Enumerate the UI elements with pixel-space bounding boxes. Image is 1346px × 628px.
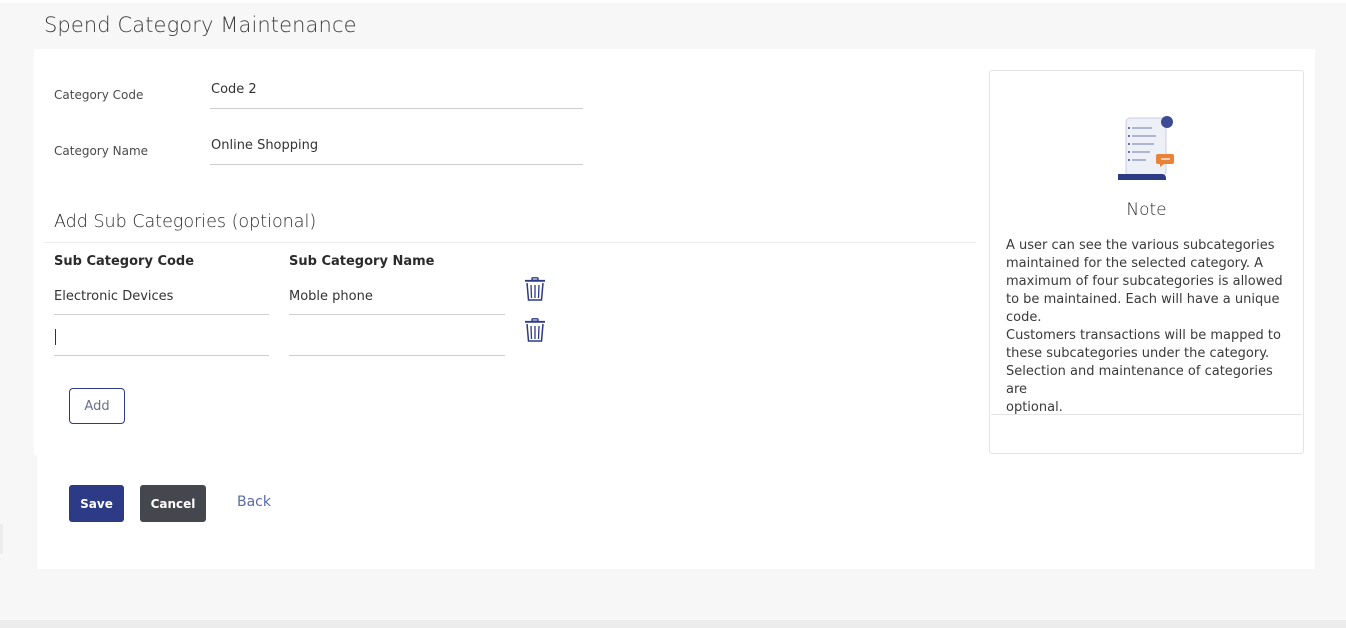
note-title: Note	[1126, 200, 1167, 220]
page-title: Spend Category Maintenance	[44, 13, 357, 37]
bottom-band	[0, 620, 1346, 628]
top-edge	[0, 0, 1346, 3]
note-line: optional.	[1006, 400, 1063, 415]
note-line: Selection and maintenance of categories …	[1006, 364, 1273, 397]
note-line: these subcategories under the category.	[1006, 346, 1270, 361]
category-code-field[interactable]: Code 2	[210, 82, 583, 109]
note-line: to be maintained. Each will have a uniqu…	[1006, 292, 1280, 307]
sub-category-name-input[interactable]: Moble phone	[289, 289, 505, 315]
category-name-value: Online Shopping	[211, 138, 319, 153]
note-line: Customers transactions will be mapped to	[1006, 328, 1281, 343]
category-code-label: Category Code	[54, 88, 144, 102]
sub-category-code-value: Electronic Devices	[54, 289, 174, 304]
sub-category-name-header: Sub Category Name	[289, 254, 435, 269]
sub-category-name-value: Moble phone	[289, 289, 373, 304]
note-line: maximum of four subcategories is allowed	[1006, 274, 1283, 289]
section-divider	[44, 242, 976, 243]
sub-category-code-header: Sub Category Code	[54, 254, 195, 269]
note-line: maintained for the selected category. A	[1006, 256, 1264, 271]
subcategories-section-title: Add Sub Categories (optional)	[54, 212, 317, 232]
note-line: A user can see the various subcategories	[1006, 238, 1275, 253]
note-body: A user can see the various subcategories…	[1006, 237, 1294, 417]
note-line: code.	[1006, 310, 1042, 325]
text-caret	[55, 329, 56, 345]
back-link[interactable]: Back	[237, 494, 271, 510]
sub-category-name-input-empty[interactable]	[289, 326, 505, 356]
left-edge-tab	[0, 524, 3, 554]
sub-category-code-input[interactable]: Electronic Devices	[54, 289, 269, 315]
trash-icon[interactable]	[524, 318, 546, 342]
add-subcategory-button[interactable]: Add	[69, 388, 125, 424]
save-button[interactable]: Save	[69, 485, 124, 522]
trash-icon[interactable]	[524, 277, 546, 301]
category-code-value: Code 2	[211, 82, 257, 97]
page: Spend Category Maintenance Category Code…	[0, 0, 1346, 628]
category-name-field[interactable]: Online Shopping	[210, 138, 583, 165]
category-name-label: Category Name	[54, 144, 149, 158]
sub-category-code-input-empty[interactable]	[54, 326, 269, 356]
cancel-button[interactable]: Cancel	[140, 485, 206, 522]
note-document-icon	[1118, 116, 1174, 180]
